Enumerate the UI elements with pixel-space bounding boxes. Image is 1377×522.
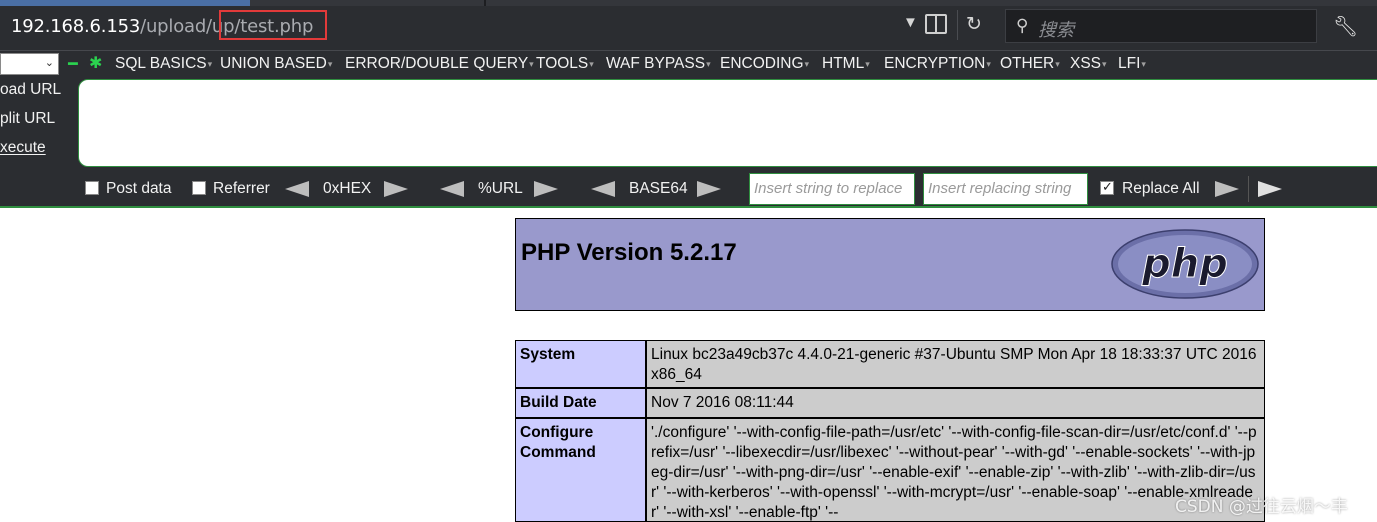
base64-encode-arrow-icon[interactable] bbox=[697, 181, 721, 197]
reload-icon[interactable]: ↻ bbox=[966, 14, 982, 36]
menu-label: LFI bbox=[1118, 55, 1141, 72]
search-placeholder: 搜索 bbox=[1038, 20, 1074, 41]
hex-label: 0xHEX bbox=[323, 180, 372, 197]
url-label: %URL bbox=[478, 180, 523, 197]
load-url-button[interactable]: oad URL bbox=[0, 81, 61, 99]
reader-view-icon[interactable] bbox=[925, 14, 947, 34]
caret-icon: ▾ bbox=[1141, 59, 1146, 69]
menu-lfi[interactable]: LFI▾ bbox=[1118, 54, 1146, 74]
hackbar-url-textarea[interactable] bbox=[78, 79, 1377, 167]
php-logo-icon[interactable]: php bbox=[1111, 229, 1259, 299]
tab-separator bbox=[484, 0, 486, 6]
url-host: 192.168.6.153 bbox=[11, 16, 141, 37]
hackbar-divider-vertical bbox=[1248, 176, 1249, 202]
table-row: Build Date Nov 7 2016 08:11:44 bbox=[515, 388, 1265, 418]
menu-label: ENCODING bbox=[720, 55, 804, 72]
url-highlight-box bbox=[219, 10, 327, 40]
hackbar-panel: ⌄ ━ ✱ SQL BASICS▾ UNION BASED▾ ERROR/DOU… bbox=[0, 50, 1377, 208]
menu-label: UNION BASED bbox=[220, 55, 327, 72]
caret-icon: ▾ bbox=[1102, 59, 1107, 69]
post-data-checkbox[interactable] bbox=[85, 181, 99, 195]
menu-label: ERROR/DOUBLE QUERY bbox=[345, 55, 529, 72]
hex-encode-arrow-icon[interactable] bbox=[384, 181, 408, 197]
page-title: PHP Version 5.2.17 bbox=[521, 239, 737, 266]
base64-label: BASE64 bbox=[629, 180, 688, 197]
toolbar-divider bbox=[957, 10, 958, 40]
replace-to-input[interactable]: Insert replacing string bbox=[923, 173, 1088, 205]
chevron-down-icon: ⌄ bbox=[44, 57, 54, 69]
menu-xss[interactable]: XSS▾ bbox=[1070, 54, 1107, 74]
caret-icon: ▾ bbox=[589, 59, 594, 69]
menu-encryption[interactable]: ENCRYPTION▾ bbox=[884, 54, 991, 74]
menu-error-double-query[interactable]: ERROR/DOUBLE QUERY▾ bbox=[345, 54, 534, 74]
referrer-label: Referrer bbox=[213, 180, 270, 197]
hackbar-select[interactable]: ⌄ bbox=[0, 53, 59, 75]
menu-sql-basics[interactable]: SQL BASICS▾ bbox=[115, 54, 212, 74]
watermark: CSDN @过往云烟～丰 bbox=[1175, 497, 1348, 517]
replace-arrow-icon[interactable] bbox=[1215, 181, 1239, 197]
hex-decode-arrow-icon[interactable] bbox=[285, 181, 309, 197]
php-logo-text: php bbox=[1141, 241, 1228, 287]
minus-icon[interactable]: ━ bbox=[68, 54, 78, 74]
phpinfo-header: PHP Version 5.2.17 php bbox=[515, 218, 1265, 311]
hackbar-bottom-border bbox=[0, 206, 1377, 208]
table-key: Configure Command bbox=[515, 418, 646, 522]
table-value: Nov 7 2016 08:11:44 bbox=[646, 388, 1265, 418]
table-key: System bbox=[515, 340, 646, 388]
caret-icon: ▾ bbox=[327, 59, 333, 69]
menu-html[interactable]: HTML▾ bbox=[822, 54, 870, 74]
hackbar-divider bbox=[0, 50, 1377, 51]
caret-icon: ▾ bbox=[986, 59, 991, 69]
replace-all-label: Replace All bbox=[1122, 180, 1200, 197]
search-input[interactable]: ⚲ 搜索 bbox=[1005, 9, 1317, 43]
menu-union-based[interactable]: UNION BASED▾ bbox=[220, 54, 332, 74]
menu-tools[interactable]: TOOLS▾ bbox=[536, 54, 594, 74]
menu-label: ENCRYPTION bbox=[884, 55, 986, 72]
execute-button[interactable]: xecute bbox=[0, 139, 46, 157]
url-dropdown-icon[interactable]: ▼ bbox=[903, 14, 918, 31]
caret-icon: ▾ bbox=[207, 59, 213, 69]
menu-label: XSS bbox=[1070, 55, 1102, 72]
browser-window: 192.168.6.153/upload/up/test.php ▼ ↻ ⚲ 搜… bbox=[0, 0, 1377, 522]
url-encode-arrow-icon[interactable] bbox=[534, 181, 558, 197]
caret-icon: ▾ bbox=[804, 59, 810, 69]
table-value: './configure' '--with-config-file-path=/… bbox=[646, 418, 1265, 522]
base64-decode-arrow-icon[interactable] bbox=[591, 181, 615, 197]
menu-label: OTHER bbox=[1000, 55, 1055, 72]
referrer-checkbox[interactable] bbox=[192, 181, 206, 195]
menu-encoding[interactable]: ENCODING▾ bbox=[720, 54, 809, 74]
search-icon: ⚲ bbox=[1016, 16, 1029, 35]
address-bar: 192.168.6.153/upload/up/test.php ▼ ↻ ⚲ 搜… bbox=[0, 0, 1377, 50]
url-decode-arrow-icon[interactable] bbox=[440, 181, 464, 197]
caret-icon: ▾ bbox=[865, 59, 870, 69]
active-tab-indicator[interactable] bbox=[0, 0, 250, 6]
table-row: Configure Command './configure' '--with-… bbox=[515, 418, 1265, 522]
menu-label: TOOLS bbox=[536, 55, 589, 72]
menu-waf-bypass[interactable]: WAF BYPASS▾ bbox=[606, 54, 711, 74]
replace-all-arrow-icon[interactable] bbox=[1258, 181, 1282, 197]
replace-all-checkbox[interactable] bbox=[1100, 179, 1114, 195]
plus-icon[interactable]: ✱ bbox=[89, 53, 102, 73]
menu-label: HTML bbox=[822, 55, 865, 72]
menu-label: SQL BASICS bbox=[115, 55, 207, 72]
split-url-button[interactable]: plit URL bbox=[0, 110, 55, 128]
menu-other[interactable]: OTHER▾ bbox=[1000, 54, 1060, 74]
table-key: Build Date bbox=[515, 388, 646, 418]
caret-icon: ▾ bbox=[706, 59, 711, 69]
caret-icon: ▾ bbox=[1055, 59, 1060, 69]
wrench-icon[interactable]: 🔧︎ bbox=[1333, 14, 1358, 39]
table-value: Linux bc23a49cb37c 4.4.0-21-generic #37-… bbox=[646, 340, 1265, 388]
menu-label: WAF BYPASS bbox=[606, 55, 706, 72]
table-row: System Linux bc23a49cb37c 4.4.0-21-gener… bbox=[515, 340, 1265, 388]
replace-from-input[interactable]: Insert string to replace bbox=[749, 173, 915, 205]
tab-strip bbox=[0, 0, 1377, 6]
post-data-label: Post data bbox=[106, 180, 172, 197]
caret-icon: ▾ bbox=[529, 59, 534, 69]
